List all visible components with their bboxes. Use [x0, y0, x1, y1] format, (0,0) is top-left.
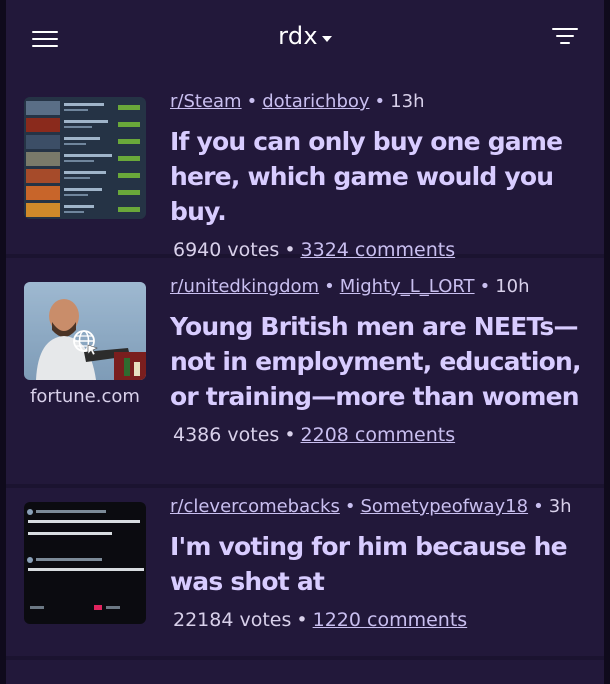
separator: • [344, 496, 356, 517]
author-link[interactable]: dotarichboy [262, 91, 369, 112]
app-title: rdx [278, 22, 318, 50]
dropdown-caret-icon [321, 35, 332, 42]
comments-link[interactable]: 2208 comments [301, 424, 456, 446]
post-body: r/unitedkingdom • Mighty_L_LORT • 10h Young … [170, 275, 590, 446]
post-meta: r/Steam • dotarichboy • 13h [170, 90, 590, 114]
post-card[interactable]: r/clevercomebacks • Sometypeofway18 • 3h I'm… [6, 488, 604, 656]
subreddit-link[interactable]: r/unitedkingdom [170, 276, 319, 297]
app-frame: rdx r/Steam • dotarichboy • 13h If you c… [0, 0, 610, 684]
post-stats: 4386 votes • 2208 comments [170, 424, 590, 446]
separator: • [533, 496, 544, 517]
vote-count: 22184 votes [173, 609, 292, 631]
post-title[interactable]: I'm voting for him because he was shot a… [170, 529, 590, 599]
separator: • [374, 91, 386, 112]
vote-count: 4386 votes [173, 424, 280, 446]
post-title[interactable]: If you can only buy one game here, which… [170, 124, 590, 229]
separator: • [479, 276, 491, 297]
separator: • [296, 609, 308, 631]
post-card[interactable]: r/Steam • dotarichboy • 13h If you can only … [6, 72, 604, 261]
steam-screenshot-thumbnail [24, 97, 146, 219]
comments-link[interactable]: 1220 comments [313, 609, 468, 631]
post-card[interactable]: fortune.com r/unitedkingdom • Mighty_L_LOR… [6, 258, 604, 484]
post-thumbnail[interactable] [24, 282, 146, 380]
feed-selector[interactable]: rdx [0, 22, 610, 50]
post-title[interactable]: Young British men are NEETs—not in emplo… [170, 309, 590, 414]
subreddit-link[interactable]: r/Steam [170, 91, 242, 112]
separator: • [324, 276, 335, 297]
tweet-screenshot-thumbnail [24, 502, 146, 624]
filter-icon[interactable] [552, 26, 582, 48]
post-body: r/Steam • dotarichboy • 13h If you can only … [170, 90, 590, 261]
post-meta: r/clevercomebacks • Sometypeofway18 • 3h [170, 495, 590, 519]
post-body: r/clevercomebacks • Sometypeofway18 • 3h I'm… [170, 495, 590, 631]
author-link[interactable]: Mighty_L_LORT [340, 276, 475, 297]
post-thumbnail[interactable] [24, 97, 146, 219]
post-thumbnail[interactable] [24, 502, 146, 624]
post-age: 10h [495, 276, 530, 297]
separator: • [284, 424, 296, 446]
subreddit-link[interactable]: r/clevercomebacks [170, 496, 340, 517]
link-domain[interactable]: fortune.com [24, 386, 146, 407]
author-link[interactable]: Sometypeofway18 [360, 496, 528, 517]
separator: • [246, 91, 258, 112]
post-stats: 22184 votes • 1220 comments [170, 609, 590, 631]
post-age: 13h [390, 91, 425, 112]
top-app-bar: rdx [0, 0, 610, 72]
post-age: 3h [548, 496, 572, 517]
globe-link-icon [73, 330, 98, 356]
post-card[interactable] [6, 660, 604, 684]
post-meta: r/unitedkingdom • Mighty_L_LORT • 10h [170, 275, 590, 299]
